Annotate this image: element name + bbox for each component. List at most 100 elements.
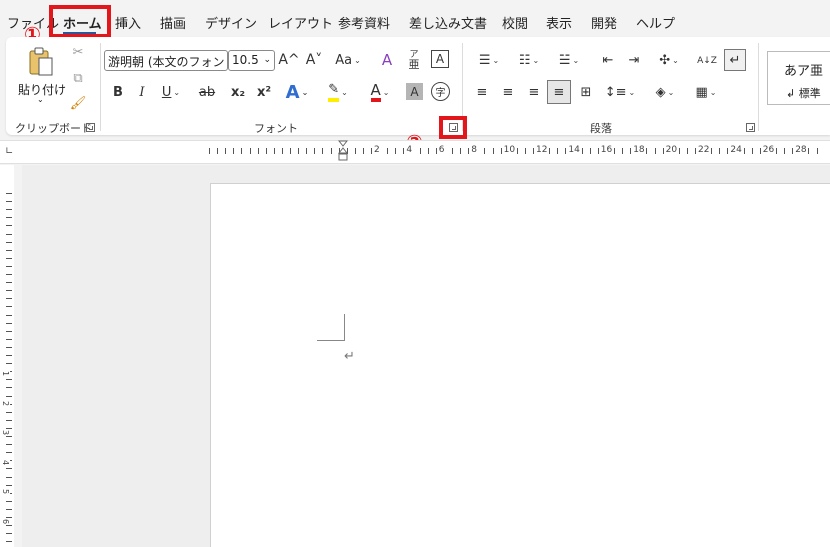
indent-marker-icon[interactable] [337, 140, 349, 162]
ruler-tick [6, 306, 12, 308]
show-marks-icon[interactable]: ↵ [724, 49, 746, 71]
document-page[interactable] [210, 183, 830, 547]
ruler-tick [435, 148, 437, 154]
ruler-tick [209, 148, 210, 154]
chevron-down-icon: ⌄ [263, 55, 271, 65]
ruler-tick [6, 476, 12, 478]
style-name-normal[interactable]: ↲ 標準 [786, 85, 821, 101]
justify-icon[interactable]: ≡ [547, 80, 571, 104]
shading-icon[interactable]: ◈ ⌄ [647, 82, 683, 102]
text-effects-icon[interactable]: A ⌄ [280, 80, 314, 104]
font-size-combo[interactable]: 10.5 ⌄ [228, 50, 275, 71]
ruler-tick [6, 444, 12, 446]
ruler-tick [6, 541, 12, 543]
paste-icon[interactable] [26, 46, 56, 78]
tab-insert[interactable]: 挿入 [115, 13, 141, 32]
enclose-characters-icon[interactable]: 字 [431, 82, 450, 101]
ruler-tick [662, 148, 664, 154]
distributed-icon[interactable]: ⊞ [576, 82, 596, 102]
font-color-icon[interactable]: A ⌄ [363, 80, 397, 104]
ruler-tick [298, 148, 300, 154]
phonetic-guide-icon[interactable]: ア 亜 [404, 47, 424, 73]
numbering-icon[interactable]: ☷ ⌄ [512, 50, 546, 70]
shrink-font-icon[interactable]: A˅ [304, 50, 324, 70]
align-right-icon[interactable]: ≡ [524, 82, 544, 102]
ruler-number: 16 [599, 145, 614, 155]
decrease-indent-icon[interactable]: ⇤ [598, 50, 618, 70]
cut-icon[interactable]: ✂ [69, 43, 87, 61]
tab-layout[interactable]: レイアウト [268, 13, 333, 32]
ruler-tick [6, 201, 12, 203]
paste-dropdown-icon[interactable]: ⌄ [37, 95, 44, 104]
ruler-tick [452, 148, 453, 154]
underline-icon[interactable]: U ⌄ [156, 82, 186, 102]
increase-indent-icon[interactable]: ⇥ [624, 50, 644, 70]
character-shading-icon[interactable]: A [406, 83, 423, 100]
ruler-tick [6, 468, 12, 470]
ruler-tick [6, 257, 12, 259]
copy-icon[interactable]: ⧉ [69, 69, 87, 87]
ruler-number: 2 [1, 400, 11, 406]
ruler-tick [719, 148, 721, 154]
tab-design[interactable]: デザイン [205, 13, 257, 32]
ruler-tick [468, 148, 470, 154]
ruler-tick [387, 148, 389, 154]
line-spacing-icon[interactable]: ↕≡ ⌄ [603, 82, 637, 102]
ruler-tick [314, 148, 316, 154]
ruler-tick [6, 500, 12, 502]
tab-draw[interactable]: 描画 [160, 13, 186, 32]
ruler-tick [371, 148, 372, 154]
clear-formatting-icon[interactable]: A [377, 50, 397, 70]
grow-font-icon[interactable]: A^ [278, 50, 299, 70]
ruler-tick [6, 274, 12, 275]
tab-help[interactable]: ヘルプ [636, 13, 675, 32]
format-painter-icon[interactable]: 🖌 [69, 94, 87, 112]
character-border-icon[interactable]: A [431, 50, 449, 68]
tab-selector-icon[interactable]: ∟ [5, 146, 13, 157]
ruler-tick [322, 148, 324, 154]
tab-references[interactable]: 参考資料 [338, 13, 390, 32]
underline-label: U [161, 84, 172, 100]
sort-icon[interactable]: A↓Z [696, 50, 718, 72]
bullets-icon[interactable]: ☰ ⌄ [472, 50, 506, 70]
font-color-label: A [370, 82, 381, 102]
subscript-icon[interactable]: x₂ [228, 82, 248, 102]
ruler-tick [6, 290, 12, 292]
ruler-tick [597, 148, 599, 154]
ruler-tick [6, 217, 12, 219]
tab-mailings[interactable]: 差し込み文書 [409, 13, 487, 32]
clipboard-launcher-icon[interactable] [86, 123, 95, 132]
strikethrough-icon[interactable]: ab [196, 82, 218, 102]
ruler-tick [549, 148, 551, 154]
tab-review[interactable]: 校閲 [502, 13, 528, 32]
change-case-icon[interactable]: Aa ⌄ [331, 50, 365, 70]
horizontal-ruler[interactable]: 2 4 6 8 10 12 14 16 18 20 22 24 26 28 [205, 144, 830, 158]
font-group-label: フォント [254, 122, 298, 135]
highlight-color-icon[interactable]: ✎ ⌄ [320, 80, 356, 104]
ruler-number: 26 [761, 145, 776, 155]
multilevel-list-icon[interactable]: ☱ ⌄ [552, 50, 586, 70]
asian-layout-icon[interactable]: ✣ ⌄ [651, 50, 687, 70]
ruler-tick [743, 148, 745, 154]
ruler-tick [6, 225, 12, 227]
ruler-number: 4 [1, 459, 11, 465]
align-center-icon[interactable]: ≡ [498, 82, 518, 102]
italic-icon[interactable]: I [133, 82, 151, 102]
vertical-ruler[interactable]: 1234567 [0, 165, 14, 547]
ruler-tick [711, 148, 713, 154]
margin-corner-mark [317, 314, 345, 341]
bold-icon[interactable]: B [109, 82, 127, 102]
paragraph-launcher-icon[interactable] [746, 123, 755, 132]
borders-icon[interactable]: ▦ ⌄ [689, 82, 723, 102]
ruler-tick [6, 363, 12, 365]
font-name-combo[interactable]: 游明朝 (本文のフォン [104, 50, 228, 71]
tab-view[interactable]: 表示 [546, 13, 572, 32]
ruler-tick [249, 148, 251, 154]
align-left-icon[interactable]: ≡ [472, 82, 492, 102]
tab-developer[interactable]: 開発 [591, 13, 617, 32]
styles-gallery[interactable]: あア亜 ↲ 標準 [767, 51, 830, 105]
ruler-tick [759, 148, 761, 154]
ruler-tick [6, 387, 12, 389]
superscript-icon[interactable]: x² [254, 82, 274, 102]
ruler-tick [427, 148, 429, 154]
